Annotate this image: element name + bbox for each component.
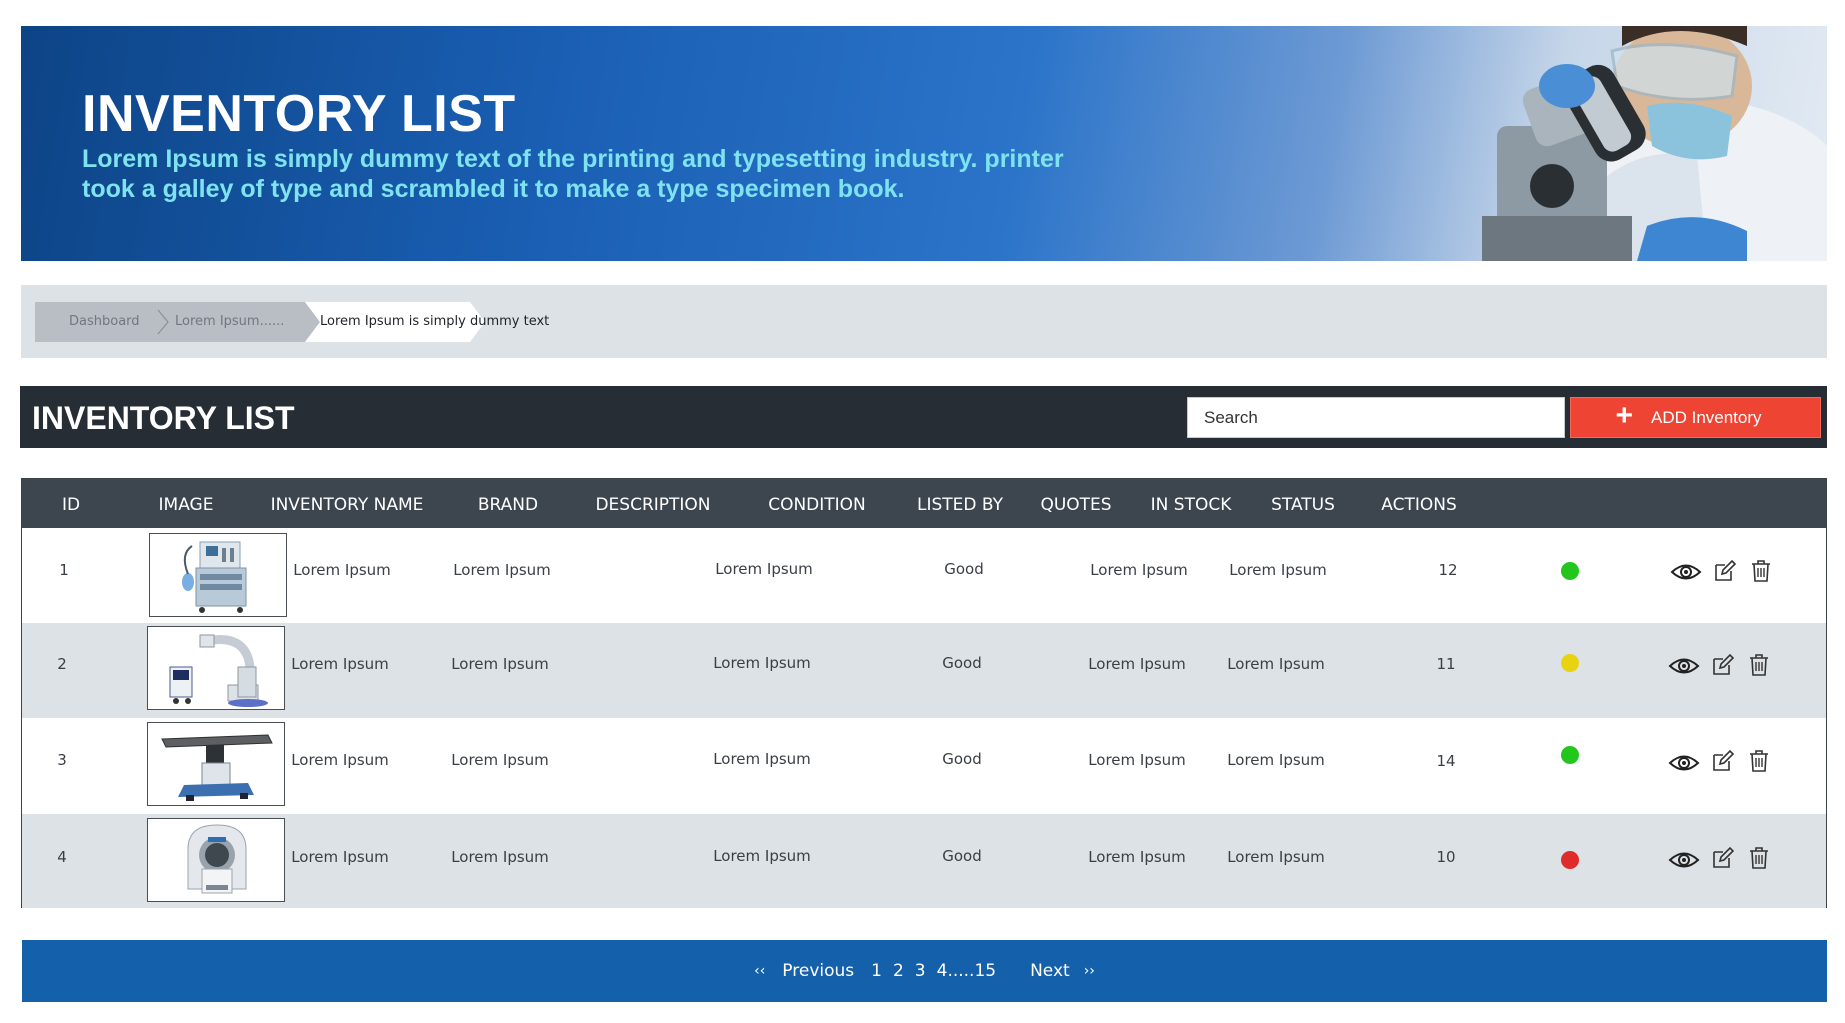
plus-icon: +: [1615, 399, 1633, 432]
delete-icon[interactable]: [1748, 653, 1770, 677]
add-inventory-button[interactable]: + ADD Inventory: [1570, 397, 1821, 438]
equipment-thumbnail[interactable]: [147, 722, 285, 806]
cell-quotes: Lorem Ipsum: [1227, 848, 1325, 866]
cell-in-stock: 10: [1436, 848, 1456, 866]
cell-listed-by: Lorem Ipsum: [1090, 561, 1188, 579]
cell-in-stock: 12: [1438, 561, 1458, 579]
equipment-thumbnail[interactable]: [147, 818, 285, 902]
cell-quotes: Lorem Ipsum: [1227, 751, 1325, 769]
col-header-description[interactable]: DESCRIPTION: [595, 495, 710, 515]
col-header-id[interactable]: ID: [62, 495, 80, 515]
cell-description: Lorem Ipsum: [715, 560, 813, 578]
breadcrumb-item-current: Lorem Ipsum is simply dummy text: [320, 314, 550, 329]
status-indicator-green: [1561, 562, 1579, 580]
col-header-actions: ACTIONS: [1381, 495, 1457, 515]
hero-banner: INVENTORY LIST Lorem Ipsum is simply dum…: [21, 26, 1827, 261]
col-header-in-stock[interactable]: IN STOCK: [1151, 495, 1232, 515]
col-header-brand[interactable]: BRAND: [478, 495, 538, 515]
cell-condition: Good: [942, 750, 982, 768]
page-link-1[interactable]: 1: [871, 961, 882, 981]
col-header-quotes[interactable]: QUOTES: [1040, 495, 1111, 515]
cell-description: Lorem Ipsum: [713, 654, 811, 672]
page-link-2[interactable]: 2: [893, 961, 904, 981]
edit-icon[interactable]: [1713, 559, 1737, 583]
status-indicator-red: [1561, 851, 1579, 869]
cell-inventory-name: Lorem Ipsum: [291, 751, 389, 769]
view-icon[interactable]: [1670, 561, 1702, 583]
breadcrumb-item-section[interactable]: Lorem Ipsum......: [175, 314, 284, 329]
cell-listed-by: Lorem Ipsum: [1088, 655, 1186, 673]
breadcrumb-item-dashboard[interactable]: Dashboard: [69, 314, 140, 329]
cell-quotes: Lorem Ipsum: [1229, 561, 1327, 579]
cell-inventory-name: Lorem Ipsum: [291, 655, 389, 673]
banner-subtitle-line2: took a galley of type and scrambled it t…: [82, 175, 905, 203]
cell-id: 3: [57, 751, 67, 769]
cell-quotes: Lorem Ipsum: [1227, 655, 1325, 673]
status-indicator-yellow: [1561, 654, 1579, 672]
table-row[interactable]: 2 Lorem Ipsum Lorem Ipsum Lorem Ipsum Go…: [22, 623, 1826, 718]
delete-icon[interactable]: [1750, 559, 1772, 583]
delete-icon[interactable]: [1748, 749, 1770, 773]
cell-in-stock: 11: [1436, 655, 1456, 673]
cell-condition: Good: [942, 654, 982, 672]
view-icon[interactable]: [1668, 752, 1700, 774]
banner-subtitle-line1: Lorem Ipsum is simply dummy text of the …: [82, 145, 1064, 173]
page-link-3[interactable]: 3: [915, 961, 926, 981]
cell-brand: Lorem Ipsum: [451, 848, 549, 866]
page-link-range[interactable]: 4.....15: [937, 961, 996, 981]
inventory-table: ID IMAGE INVENTORY NAME BRAND DESCRIPTIO…: [21, 478, 1827, 908]
mri-scanner-icon: [187, 824, 247, 894]
previous-page-link[interactable]: Previous: [782, 961, 854, 981]
surgical-table-icon: [161, 734, 273, 801]
search-input[interactable]: [1187, 397, 1565, 438]
cell-listed-by: Lorem Ipsum: [1088, 848, 1186, 866]
delete-icon[interactable]: [1748, 846, 1770, 870]
view-icon[interactable]: [1668, 655, 1700, 677]
cell-listed-by: Lorem Ipsum: [1088, 751, 1186, 769]
cell-brand: Lorem Ipsum: [453, 561, 551, 579]
chevron-right-icon[interactable]: ››: [1084, 963, 1095, 979]
page-title: INVENTORY LIST: [32, 400, 295, 436]
cell-id: 1: [59, 561, 69, 579]
banner-title: INVENTORY LIST: [82, 85, 516, 143]
chevron-left-icon[interactable]: ‹‹: [754, 963, 765, 979]
banner-subtitle: Lorem Ipsum is simply dummy text of the …: [82, 144, 1082, 204]
cell-id: 4: [57, 848, 67, 866]
cell-id: 2: [57, 655, 67, 673]
edit-icon[interactable]: [1711, 653, 1735, 677]
scientist-microscope-image: [1482, 26, 1827, 261]
cell-condition: Good: [944, 560, 984, 578]
col-header-image[interactable]: IMAGE: [159, 495, 214, 515]
inventory-toolbar: INVENTORY LIST + ADD Inventory: [20, 386, 1827, 448]
cell-description: Lorem Ipsum: [713, 750, 811, 768]
table-row[interactable]: 3 Lorem Ipsum Lorem Ipsum Lorem Ipsum Go…: [22, 718, 1826, 814]
table-row[interactable]: 1 Lorem Ipsum Lorem Ipsum Lorem Ipsum Go…: [22, 528, 1826, 623]
next-page-link[interactable]: Next: [1030, 961, 1070, 981]
cell-description: Lorem Ipsum: [713, 847, 811, 865]
equipment-thumbnail[interactable]: [147, 626, 285, 710]
edit-icon[interactable]: [1711, 749, 1735, 773]
cell-in-stock: 14: [1436, 752, 1456, 770]
cell-brand: Lorem Ipsum: [451, 655, 549, 673]
anesthesia-machine-icon: [182, 541, 247, 613]
col-header-listed-by[interactable]: LISTED BY: [917, 495, 1003, 515]
status-indicator-green: [1561, 746, 1579, 764]
col-header-status[interactable]: STATUS: [1271, 495, 1335, 515]
breadcrumb: Dashboard Lorem Ipsum...... Lorem Ipsum …: [21, 285, 1827, 358]
cell-condition: Good: [942, 847, 982, 865]
edit-icon[interactable]: [1711, 846, 1735, 870]
pagination: ‹‹ Previous 1 2 3 4.....15 Next ››: [22, 940, 1827, 1002]
view-icon[interactable]: [1668, 849, 1700, 871]
cell-inventory-name: Lorem Ipsum: [291, 848, 389, 866]
table-row[interactable]: 4 Lorem Ipsum Lorem Ipsum Lorem Ipsum Go…: [22, 814, 1826, 908]
table-header: ID IMAGE INVENTORY NAME BRAND DESCRIPTIO…: [22, 479, 1826, 528]
col-header-inventory-name[interactable]: INVENTORY NAME: [271, 495, 424, 515]
cell-inventory-name: Lorem Ipsum: [293, 561, 391, 579]
equipment-thumbnail[interactable]: [149, 533, 287, 617]
add-inventory-label: ADD Inventory: [1650, 407, 1762, 427]
c-arm-xray-icon: [169, 634, 268, 707]
cell-brand: Lorem Ipsum: [451, 751, 549, 769]
col-header-condition[interactable]: CONDITION: [768, 495, 866, 515]
